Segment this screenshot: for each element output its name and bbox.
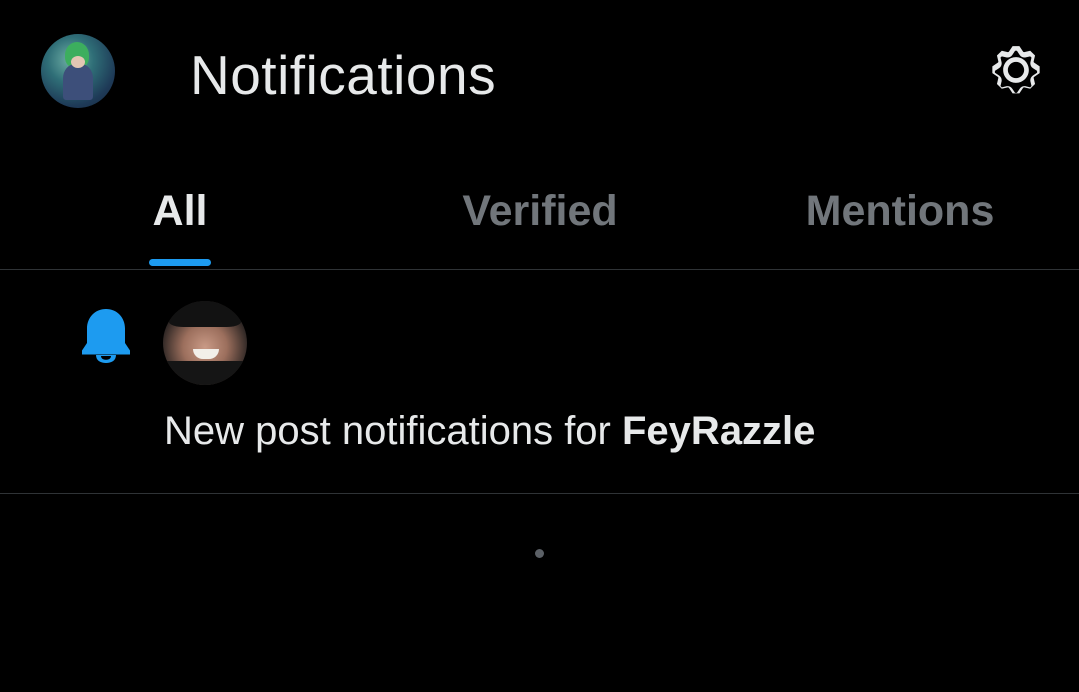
notifications-page: Notifications All Verified Mentions New … (0, 0, 1079, 692)
avatar-shirt-shape (163, 361, 247, 385)
notification-divider (0, 493, 1079, 494)
tab-bar: All Verified Mentions (0, 160, 1079, 270)
notification-message: New post notifications for (164, 409, 622, 453)
notification-username[interactable]: FeyRazzle (622, 409, 815, 453)
tab-verified[interactable]: Verified (400, 160, 680, 270)
settings-button[interactable] (984, 40, 1048, 100)
avatar-face-shape (71, 56, 85, 68)
tab-all-label: All (152, 187, 208, 235)
tabs-divider (0, 269, 1079, 270)
active-tab-indicator (149, 259, 211, 266)
tab-mentions[interactable]: Mentions (760, 160, 1040, 270)
bell-icon (82, 309, 130, 363)
loading-indicator (535, 549, 544, 558)
gear-icon (992, 46, 1040, 94)
avatar-hair-shape (169, 301, 241, 327)
tab-mentions-label: Mentions (805, 187, 995, 235)
avatar-body-shape (63, 64, 93, 100)
user-avatar[interactable] (163, 301, 247, 385)
header: Notifications (0, 0, 1079, 150)
notification-text: New post notifications for FeyRazzle (164, 405, 815, 457)
avatar-smile-shape (193, 349, 219, 359)
profile-avatar[interactable] (41, 34, 115, 108)
page-title: Notifications (190, 44, 497, 106)
tab-all[interactable]: All (100, 160, 260, 270)
tab-verified-label: Verified (462, 187, 618, 235)
notification-item[interactable]: New post notifications for FeyRazzle (0, 271, 1079, 493)
